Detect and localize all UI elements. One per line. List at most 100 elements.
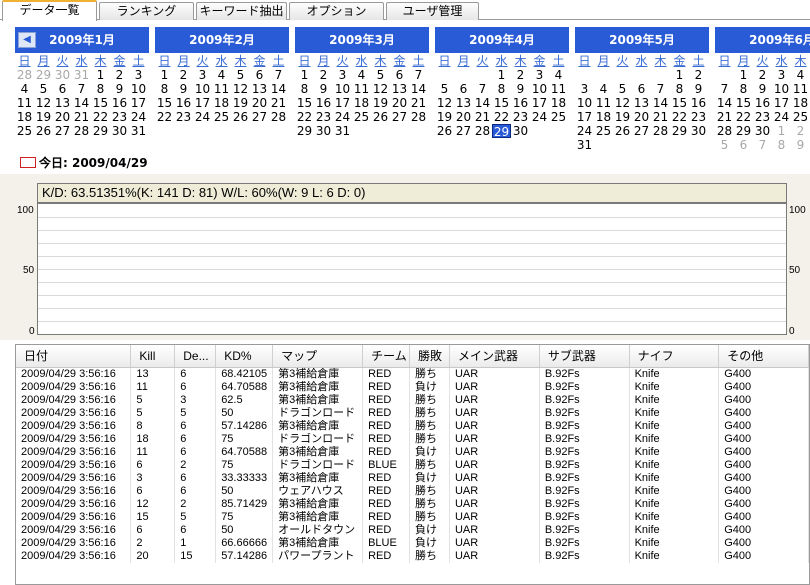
calendar-day[interactable]: 14 <box>269 82 288 96</box>
calendar-day[interactable]: 26 <box>34 124 53 138</box>
weekday-label[interactable]: 金 <box>110 54 129 68</box>
calendar-day[interactable]: 21 <box>72 110 91 124</box>
calendar-day[interactable]: 15 <box>295 96 314 110</box>
calendar-day[interactable]: 12 <box>435 96 454 110</box>
weekday-label[interactable]: 日 <box>435 54 454 68</box>
calendar-day[interactable]: 2 <box>689 68 708 82</box>
weekday-label[interactable]: 火 <box>193 54 212 68</box>
calendar-day[interactable]: 19 <box>613 110 632 124</box>
calendar-day[interactable]: 5 <box>371 68 390 82</box>
weekday-label[interactable]: 日 <box>575 54 594 68</box>
weekday-label[interactable]: 水 <box>212 54 231 68</box>
calendar-day[interactable]: 23 <box>689 110 708 124</box>
calendar-day[interactable]: 5 <box>34 82 53 96</box>
weekday-label[interactable]: 土 <box>269 54 288 68</box>
column-header[interactable]: サブ武器 <box>539 345 630 368</box>
column-header[interactable]: KD% <box>215 345 274 368</box>
calendar-day[interactable]: 22 <box>91 110 110 124</box>
calendar-day[interactable]: 6 <box>250 68 269 82</box>
table-row[interactable]: 2009/04/29 3:56:16 11 6 64.70588 第3補給倉庫 RED 負け… <box>16 445 809 459</box>
calendar-day[interactable]: 5 <box>613 82 632 96</box>
calendar-day[interactable]: 29 <box>91 124 110 138</box>
calendar-day[interactable]: 21 <box>651 110 670 124</box>
weekday-label[interactable]: 木 <box>651 54 670 68</box>
calendar-day[interactable]: 24 <box>530 110 549 124</box>
table-row[interactable]: 2009/04/29 3:56:16 11 6 64.70588 第3補給倉庫 RED 負け… <box>16 380 809 394</box>
calendar-day[interactable]: 1 <box>772 124 791 138</box>
calendar-day[interactable]: 3 <box>333 68 352 82</box>
weekday-label[interactable]: 土 <box>409 54 428 68</box>
calendar-day[interactable]: 2 <box>511 68 530 82</box>
calendar-day[interactable]: 23 <box>511 110 530 124</box>
calendar-day[interactable]: 13 <box>250 82 269 96</box>
calendar-day[interactable]: 25 <box>791 110 810 124</box>
weekday-label[interactable]: 月 <box>34 54 53 68</box>
calendar-day[interactable]: 25 <box>15 124 34 138</box>
calendar-day[interactable]: 30 <box>110 124 129 138</box>
calendar-day[interactable]: 25 <box>212 110 231 124</box>
calendar-day[interactable]: 9 <box>314 82 333 96</box>
table-row[interactable]: 2009/04/29 3:56:16 13 6 68.42105 第3補給倉庫 RED 勝ち… <box>16 367 809 381</box>
calendar-day[interactable]: 23 <box>314 110 333 124</box>
calendar-day[interactable]: 7 <box>715 82 734 96</box>
calendar-day[interactable]: 19 <box>371 96 390 110</box>
calendar-day[interactable]: 6 <box>734 138 753 152</box>
calendar-day[interactable]: 1 <box>670 68 689 82</box>
weekday-label[interactable]: 木 <box>231 54 250 68</box>
calendar-day[interactable]: 10 <box>129 82 148 96</box>
calendar-day[interactable]: 31 <box>129 124 148 138</box>
calendar-day[interactable]: 4 <box>212 68 231 82</box>
calendar-day[interactable]: 22 <box>492 110 511 124</box>
calendar-day[interactable]: 6 <box>454 82 473 96</box>
table-row[interactable]: 2009/04/29 3:56:16 3 6 33.33333 第3補給倉庫 RED 負け U… <box>16 471 809 485</box>
weekday-label[interactable]: 木 <box>371 54 390 68</box>
calendar-day[interactable]: 17 <box>575 110 594 124</box>
calendar-day[interactable]: 29 <box>670 124 689 138</box>
calendar-day[interactable]: 7 <box>651 82 670 96</box>
calendar-day[interactable]: 26 <box>613 124 632 138</box>
calendar-day[interactable]: 24 <box>129 110 148 124</box>
calendar-day[interactable]: 11 <box>15 96 34 110</box>
calendar-day[interactable]: 1 <box>155 68 174 82</box>
table-row[interactable]: 2009/04/29 3:56:16 5 5 50 ドラゴンロード RED 勝ち UAR B.9… <box>16 406 809 420</box>
calendar-day[interactable]: 8 <box>91 82 110 96</box>
calendar-day[interactable]: 27 <box>632 124 651 138</box>
calendar-day[interactable]: 2 <box>791 124 810 138</box>
calendar-day[interactable]: 12 <box>34 96 53 110</box>
table-row[interactable]: 2009/04/29 3:56:16 6 2 75 ドラゴンロード BLUE 勝ち UAR B.… <box>16 458 809 472</box>
weekday-label[interactable]: 水 <box>492 54 511 68</box>
calendar-day[interactable]: 10 <box>193 82 212 96</box>
table-row[interactable]: 2009/04/29 3:56:16 8 6 57.14286 第3補給倉庫 RED 勝ち U… <box>16 419 809 433</box>
calendar-day[interactable]: 9 <box>791 138 810 152</box>
weekday-label[interactable]: 火 <box>53 54 72 68</box>
calendar-day[interactable]: 14 <box>473 96 492 110</box>
table-row[interactable]: 2009/04/29 3:56:16 12 2 85.71429 第3補給倉庫 RED 勝ち… <box>16 497 809 511</box>
calendar-day[interactable]: 26 <box>231 110 250 124</box>
weekday-label[interactable]: 日 <box>15 54 34 68</box>
calendar-day[interactable]: 13 <box>53 96 72 110</box>
calendar-day[interactable]: 20 <box>632 110 651 124</box>
calendar-day[interactable]: 25 <box>594 124 613 138</box>
calendar-day[interactable]: 28 <box>473 124 492 138</box>
column-header[interactable]: 日付 <box>16 345 132 368</box>
calendar-day[interactable]: 12 <box>371 82 390 96</box>
calendar-day[interactable]: 14 <box>409 82 428 96</box>
prev-month-button[interactable]: ◀ <box>18 32 36 48</box>
calendar-day[interactable]: 16 <box>110 96 129 110</box>
calendar-day[interactable]: 6 <box>632 82 651 96</box>
column-header[interactable]: De... <box>174 345 217 368</box>
calendar-day[interactable]: 7 <box>269 68 288 82</box>
calendar-day[interactable]: 20 <box>53 110 72 124</box>
calendar-day[interactable]: 23 <box>174 110 193 124</box>
weekday-label[interactable]: 日 <box>155 54 174 68</box>
calendar-day[interactable]: 14 <box>651 96 670 110</box>
table-row[interactable]: 2009/04/29 3:56:16 20 15 57.14286 パワープラント RED… <box>16 549 809 563</box>
calendar-day[interactable]: 23 <box>110 110 129 124</box>
calendar-day[interactable]: 13 <box>454 96 473 110</box>
calendar-day[interactable]: 23 <box>753 110 772 124</box>
calendar-day[interactable]: 17 <box>129 96 148 110</box>
calendar-day[interactable]: 8 <box>772 138 791 152</box>
weekday-label[interactable]: 土 <box>549 54 568 68</box>
column-header[interactable]: Kill <box>130 345 176 368</box>
calendar-day[interactable]: 11 <box>791 82 810 96</box>
